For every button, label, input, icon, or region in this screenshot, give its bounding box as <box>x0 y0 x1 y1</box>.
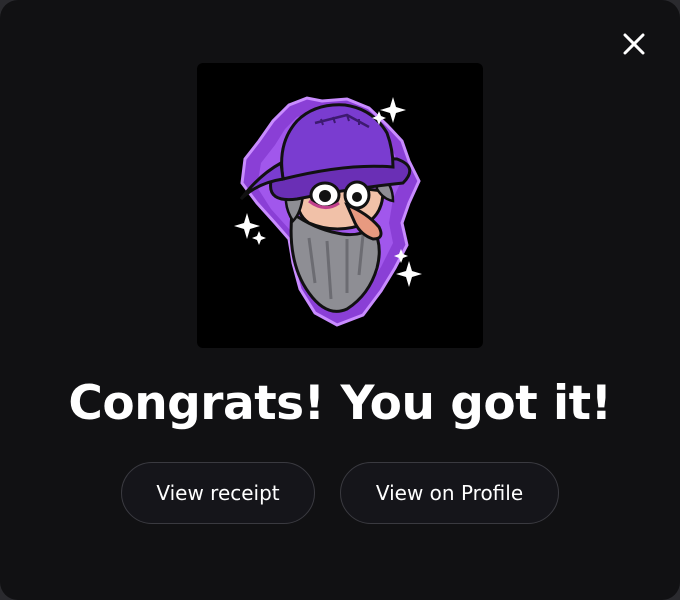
view-on-profile-button[interactable]: View on Profile <box>340 462 559 524</box>
close-icon <box>623 33 645 55</box>
wizard-image-icon <box>234 96 422 327</box>
close-button[interactable] <box>616 26 652 62</box>
success-title: Congrats! You got it! <box>68 376 612 431</box>
view-receipt-button[interactable]: View receipt <box>121 462 315 524</box>
nft-image <box>197 63 483 348</box>
success-modal: Congrats! You got it! View receipt View … <box>0 0 680 600</box>
